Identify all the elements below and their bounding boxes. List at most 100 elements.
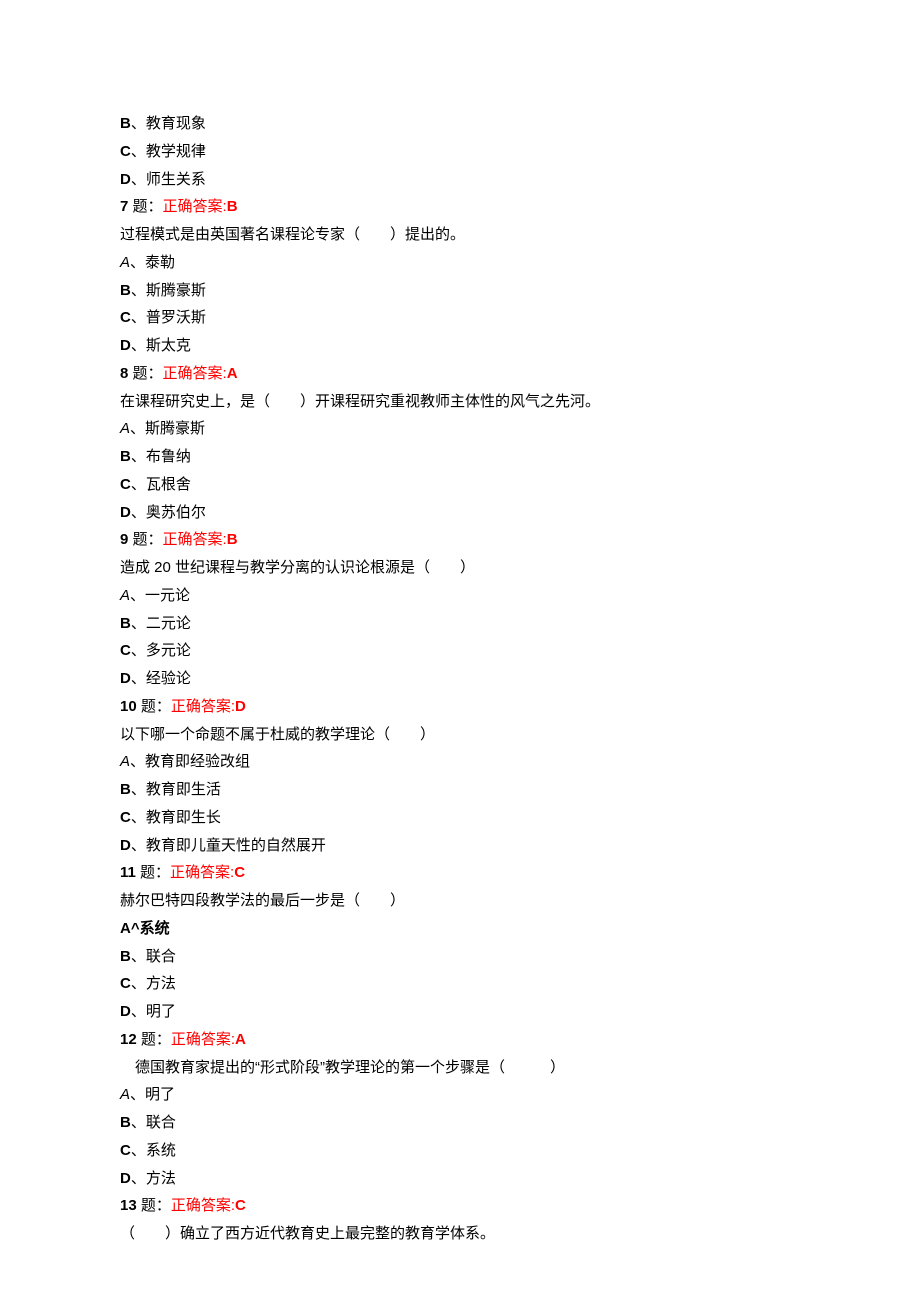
choice-text: 、教育现象 [131,115,206,132]
choice-letter: C [120,476,131,493]
question-number-suffix: 题： [137,1197,171,1214]
choice-text: 、师生关系 [131,171,206,188]
choice-letter: A [120,587,130,604]
answer-label: 正确答案: [171,698,235,715]
choice-option: C、瓦根舍 [120,471,800,499]
question-content: （ ）确立了西方近代教育史上最完整的教育学体系。 [120,1225,495,1242]
choice-text: 、明了 [130,1086,175,1103]
choice-text: 、一元论 [130,587,190,604]
answer-value: C [234,864,245,881]
choice-letter: A [120,753,130,770]
question-number: 13 [120,1197,137,1214]
choice-text: 、普罗沃斯 [131,309,206,326]
choice-letter: C [120,1142,131,1159]
choice-letter: B [120,781,131,798]
choice-letter: B [120,615,131,632]
choice-text: 、二元论 [131,615,191,632]
choice-letter: D [120,504,131,521]
choice-option: B、教育现象 [120,110,800,138]
choice-text: A^系统 [120,920,170,937]
question-text: （ ）确立了西方近代教育史上最完整的教育学体系。 [120,1220,800,1248]
answer-line: 10 题：正确答案:D [120,693,800,721]
choice-option: B、联合 [120,943,800,971]
answer-value: A [227,365,238,382]
choice-option: D、明了 [120,998,800,1026]
question-number-suffix: 题： [137,698,171,715]
answer-value: D [235,698,246,715]
question-content: 造成 20 世纪课程与教学分离的认识论根源是（ ） [120,559,475,576]
choice-text: 、教育即生活 [131,781,221,798]
choice-option: C、教育即生长 [120,804,800,832]
question-text: 赫尔巴特四段教学法的最后一步是（ ） [120,887,800,915]
choice-text: 、经验论 [131,670,191,687]
question-text: 德国教育家提出的“形式阶段”教学理论的第一个步骤是（ ） [120,1054,800,1082]
choice-text: 、斯太克 [131,337,191,354]
choice-text: 、奥苏伯尔 [131,504,206,521]
choice-text: 、教育即经验改组 [130,753,250,770]
choice-letter: B [120,1114,131,1131]
answer-line: 9 题：正确答案:B [120,526,800,554]
choice-option: C、方法 [120,970,800,998]
answer-label: 正确答案: [163,365,227,382]
choice-letter: C [120,642,131,659]
question-text: 过程模式是由英国著名课程论专家（ ）提出的。 [120,221,800,249]
question-content: 在课程研究史上，是（ ）开课程研究重视教师主体性的风气之先河。 [120,393,600,410]
answer-value: B [227,531,238,548]
choice-option: C、系统 [120,1137,800,1165]
choice-option: B、斯腾豪斯 [120,277,800,305]
choice-letter: D [120,1003,131,1020]
choice-letter: B [120,282,131,299]
answer-label: 正确答案: [170,864,234,881]
choice-letter: A [120,254,130,271]
answer-label: 正确答案: [163,531,227,548]
choice-text: 、教育即生长 [131,809,221,826]
choice-option: C、教学规律 [120,138,800,166]
choice-option: D、师生关系 [120,166,800,194]
choice-option: D、方法 [120,1165,800,1193]
choice-option: A、一元论 [120,582,800,610]
choice-option: A、教育即经验改组 [120,748,800,776]
choice-letter: C [120,143,131,160]
answer-label: 正确答案: [171,1031,235,1048]
question-text: 在课程研究史上，是（ ）开课程研究重视教师主体性的风气之先河。 [120,388,800,416]
question-number-suffix: 题： [128,531,162,548]
choice-letter: D [120,837,131,854]
choice-option: A、泰勒 [120,249,800,277]
choice-letter: B [120,448,131,465]
question-number-suffix: 题： [128,365,162,382]
choice-text: 、教学规律 [131,143,206,160]
question-number: 12 [120,1031,137,1048]
choice-option: B、布鲁纳 [120,443,800,471]
choice-text: 、明了 [131,1003,176,1020]
choice-letter: D [120,171,131,188]
choice-text: 、布鲁纳 [131,448,191,465]
choice-text: 、斯腾豪斯 [131,282,206,299]
question-number-suffix: 题： [128,198,162,215]
question-number-suffix: 题： [137,1031,171,1048]
answer-value: C [235,1197,246,1214]
choice-letter: D [120,337,131,354]
choice-option: A、明了 [120,1081,800,1109]
choice-text: 、方法 [131,1170,176,1187]
question-content: 赫尔巴特四段教学法的最后一步是（ ） [120,892,405,909]
question-text: 以下哪一个命题不属于杜威的教学理论（ ） [120,721,800,749]
choice-option: B、教育即生活 [120,776,800,804]
choice-option: D、奥苏伯尔 [120,499,800,527]
choice-text: 、泰勒 [130,254,175,271]
choice-text: 、方法 [131,975,176,992]
choice-letter: B [120,115,131,132]
choice-letter: D [120,670,131,687]
choice-option: D、教育即儿童天性的自然展开 [120,832,800,860]
answer-line: 8 题：正确答案:A [120,360,800,388]
choice-text: 、系统 [131,1142,176,1159]
answer-line: 12 题：正确答案:A [120,1026,800,1054]
question-text: 造成 20 世纪课程与教学分离的认识论根源是（ ） [120,554,800,582]
choice-option: C、普罗沃斯 [120,304,800,332]
question-content: 德国教育家提出的“形式阶段”教学理论的第一个步骤是（ ） [135,1059,565,1076]
answer-line: 7 题：正确答案:B [120,193,800,221]
choice-option: C、多元论 [120,637,800,665]
choice-letter: A [120,420,130,437]
choice-text: 、多元论 [131,642,191,659]
choice-option: A、斯腾豪斯 [120,415,800,443]
question-number: 11 [120,864,136,881]
